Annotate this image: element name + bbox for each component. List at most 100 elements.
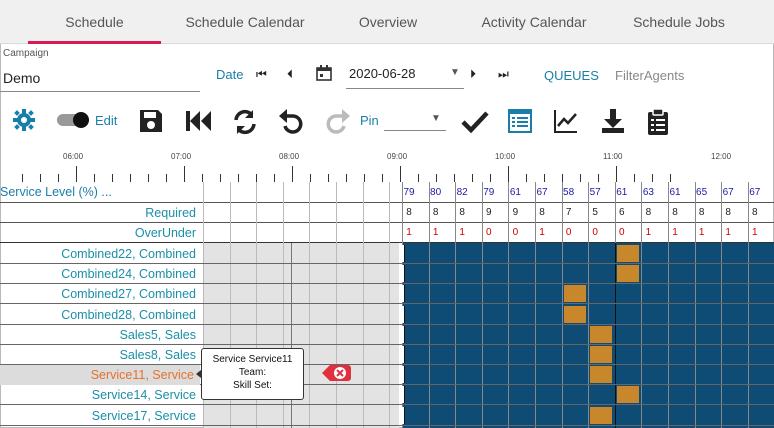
grid-line bbox=[389, 182, 391, 428]
date-input[interactable]: 2020-06-28 bbox=[349, 66, 416, 81]
time-tick bbox=[670, 174, 671, 182]
edit-toggle[interactable] bbox=[56, 111, 92, 134]
next-icon[interactable]: ⏵ bbox=[470, 67, 476, 82]
time-label: 07:00 bbox=[171, 152, 192, 161]
agent-tooltip: Service Service11 Team: Skill Set: bbox=[201, 348, 304, 400]
service-level-cell: 79 bbox=[483, 187, 495, 198]
chart-icon[interactable] bbox=[553, 108, 579, 139]
time-tick bbox=[202, 174, 203, 182]
date-dropdown-icon[interactable]: ▼ bbox=[450, 67, 460, 78]
tab-bar: Schedule Schedule Calendar Overview Acti… bbox=[0, 0, 774, 44]
overunder-cell: 1 bbox=[645, 227, 652, 238]
tab-activity-calendar[interactable]: Activity Calendar bbox=[459, 0, 609, 44]
agent-row-label[interactable]: Service14, Service bbox=[0, 385, 196, 405]
redo-icon[interactable] bbox=[324, 108, 352, 141]
pin-select[interactable] bbox=[384, 130, 446, 131]
undo-icon[interactable] bbox=[277, 108, 305, 141]
calendar-icon[interactable] bbox=[316, 65, 332, 84]
previous-icon[interactable]: ⏴ bbox=[287, 67, 293, 82]
agent-row-label[interactable]: Combined28, Combined bbox=[0, 305, 196, 325]
time-tick bbox=[148, 174, 149, 182]
time-tick bbox=[580, 174, 581, 182]
grid-line bbox=[747, 182, 749, 428]
grid-line bbox=[721, 182, 723, 428]
pin-dropdown-icon[interactable]: ▼ bbox=[431, 113, 441, 124]
last-page-icon[interactable]: ⏭ bbox=[498, 67, 509, 82]
overunder-cell: 1 bbox=[432, 227, 439, 238]
overunder-cell: 0 bbox=[512, 227, 519, 238]
break-block[interactable] bbox=[616, 386, 639, 404]
agent-row-label[interactable]: Combined27, Combined bbox=[0, 284, 196, 304]
break-block[interactable] bbox=[590, 346, 613, 363]
agent-row-label[interactable]: Combined24, Combined bbox=[0, 264, 196, 284]
break-block[interactable] bbox=[616, 245, 639, 262]
break-block[interactable] bbox=[590, 406, 613, 424]
time-tick bbox=[652, 174, 653, 182]
service-level-label: Service Level (%) ... bbox=[0, 185, 112, 199]
first-page-icon[interactable]: ⏮ bbox=[256, 67, 267, 82]
time-tick bbox=[310, 174, 311, 182]
overunder-label: OverUnder bbox=[134, 226, 196, 240]
grid-line bbox=[694, 182, 696, 428]
grid-line bbox=[336, 182, 337, 428]
agent-row-label[interactable]: Service11, Service bbox=[0, 365, 200, 386]
service-level-cell: 58 bbox=[563, 187, 575, 198]
date-underline bbox=[346, 88, 464, 89]
queues-link[interactable]: QUEUES bbox=[544, 68, 599, 83]
grid-line bbox=[588, 182, 590, 428]
timeline-ruler: 06:00 07:00 08:00 09:00 10:00 11:00 12:0… bbox=[0, 148, 774, 182]
time-tick bbox=[220, 174, 221, 182]
download-icon[interactable] bbox=[600, 108, 626, 139]
filter-agents-link[interactable]: FilterAgents bbox=[615, 68, 684, 83]
shift-start-marker bbox=[402, 366, 405, 384]
campaign-label: Campaign bbox=[3, 48, 49, 59]
divider bbox=[0, 202, 774, 203]
agent-row-label[interactable]: Combined22, Combined bbox=[0, 244, 196, 264]
shift-start-marker bbox=[402, 325, 405, 343]
tab-schedule-jobs[interactable]: Schedule Jobs bbox=[604, 0, 754, 44]
break-block[interactable] bbox=[563, 285, 586, 303]
list-view-icon[interactable] bbox=[507, 108, 533, 139]
required-cell: 8 bbox=[645, 207, 652, 218]
overunder-cell: 1 bbox=[752, 227, 758, 238]
time-tick bbox=[382, 174, 383, 182]
time-tick bbox=[400, 166, 401, 182]
agent-row-label[interactable]: Service17, Service bbox=[0, 406, 196, 426]
time-tick bbox=[292, 166, 293, 182]
break-block[interactable] bbox=[590, 366, 613, 384]
service-level-cell: 65 bbox=[696, 187, 708, 198]
required-cell: 8 bbox=[725, 207, 731, 218]
break-block[interactable] bbox=[563, 305, 586, 323]
divider bbox=[0, 222, 774, 223]
break-block[interactable] bbox=[590, 325, 613, 343]
check-icon[interactable] bbox=[461, 108, 489, 139]
service-level-cell: 82 bbox=[456, 187, 468, 198]
required-cell: 8 bbox=[432, 207, 439, 218]
break-block[interactable] bbox=[616, 265, 639, 283]
rewind-icon[interactable] bbox=[184, 108, 212, 139]
agent-row-label[interactable]: Sales5, Sales bbox=[0, 325, 196, 345]
time-tick bbox=[76, 166, 77, 182]
tab-schedule[interactable]: Schedule bbox=[28, 0, 161, 44]
shift-start-marker bbox=[402, 245, 405, 262]
time-tick bbox=[22, 174, 23, 182]
clipboard-icon[interactable] bbox=[647, 108, 669, 141]
gear-icon[interactable] bbox=[12, 108, 36, 137]
time-tick bbox=[112, 174, 113, 182]
time-tick bbox=[454, 174, 455, 182]
time-label: 11:00 bbox=[603, 152, 623, 161]
time-tick bbox=[562, 174, 563, 182]
remove-icon[interactable] bbox=[320, 362, 352, 384]
time-tick bbox=[616, 166, 617, 182]
save-icon[interactable] bbox=[138, 108, 164, 139]
tooltip-skillset: Skill Set: bbox=[233, 380, 272, 391]
campaign-select[interactable]: Demo bbox=[3, 70, 40, 86]
refresh-icon[interactable] bbox=[231, 108, 259, 141]
overunder-cell: 1 bbox=[406, 227, 412, 238]
overunder-cell: 1 bbox=[459, 227, 465, 238]
tab-overview[interactable]: Overview bbox=[313, 0, 463, 44]
tab-schedule-calendar[interactable]: Schedule Calendar bbox=[170, 0, 320, 44]
grid-line bbox=[481, 182, 483, 428]
time-label: 10:00 bbox=[495, 152, 516, 161]
agent-row-label[interactable]: Sales8, Sales bbox=[0, 345, 196, 365]
